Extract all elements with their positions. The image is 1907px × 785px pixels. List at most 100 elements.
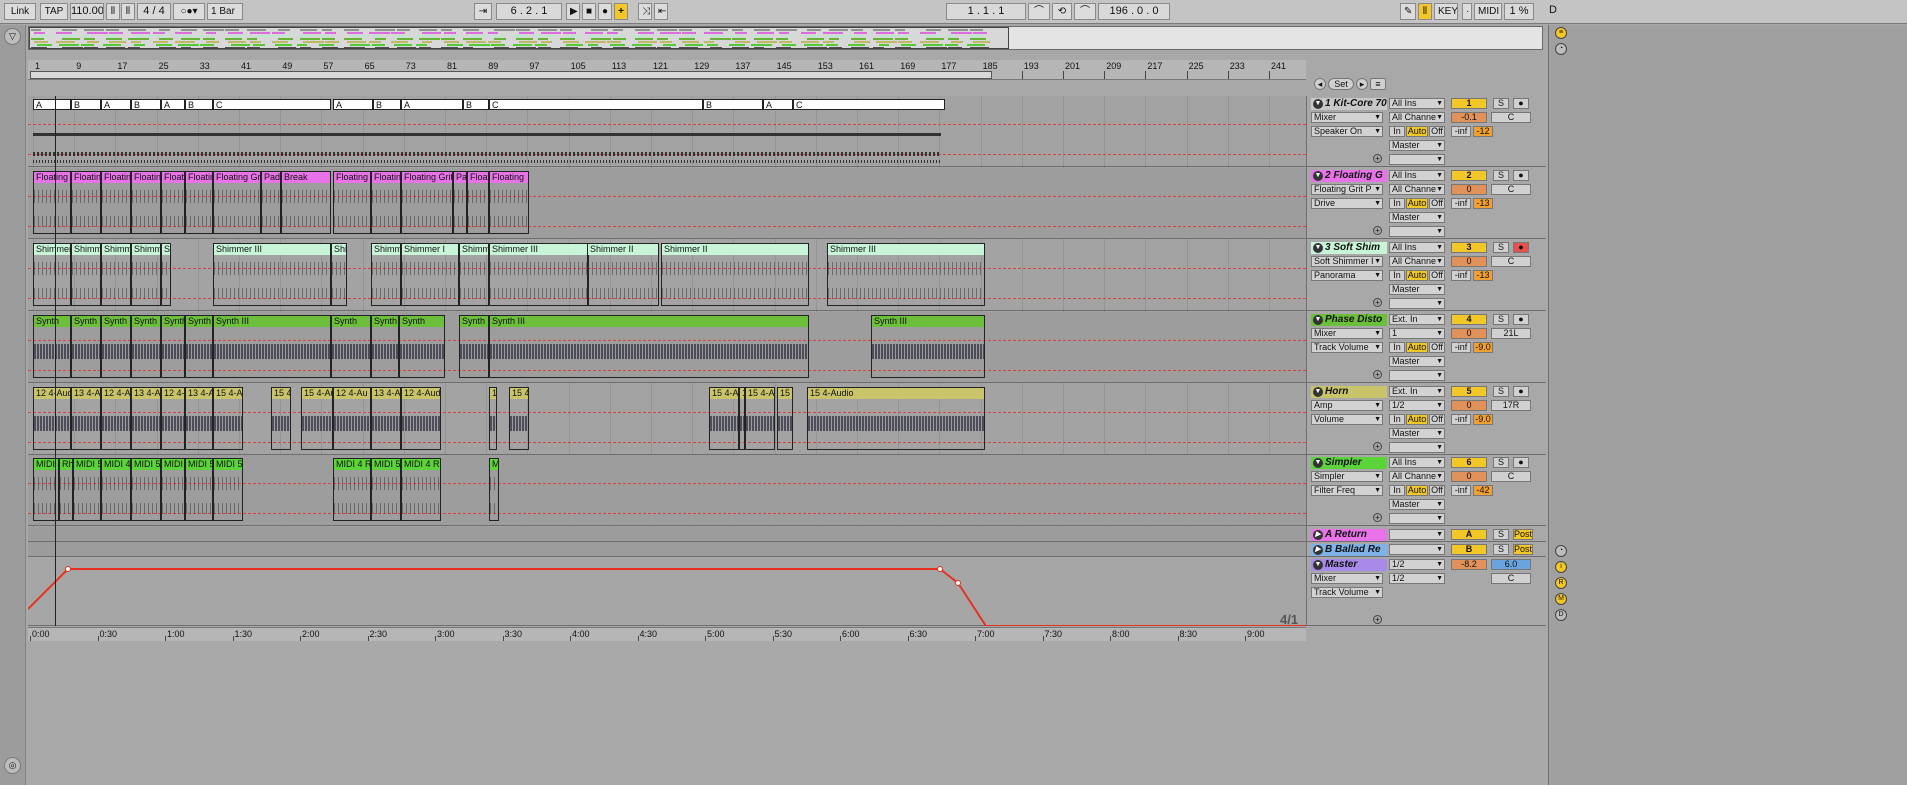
section-marker[interactable]: C <box>793 99 945 110</box>
clip[interactable]: Shimm <box>101 243 131 306</box>
track-activator[interactable]: 1 <box>1451 98 1487 109</box>
clip[interactable]: 15 4-Au <box>213 387 243 450</box>
clip[interactable]: Floatin <box>131 171 161 234</box>
next-locator-icon[interactable]: ▸ <box>1356 78 1368 90</box>
section-marker[interactable]: C <box>213 99 331 110</box>
loop-brace[interactable] <box>30 71 992 79</box>
arrangement-view[interactable]: ABABABCABABCBACFloating GFloatinFloatinF… <box>28 96 1306 626</box>
section-marker[interactable]: B <box>703 99 763 110</box>
track-activator[interactable]: 4 <box>1451 314 1487 325</box>
add-lane-icon[interactable]: + <box>1373 615 1382 624</box>
parameter-chooser[interactable]: Volume <box>1311 414 1383 425</box>
track-header[interactable]: ▼Phase Disto Mixer Track Volume Ext. In 1 InA… <box>1307 312 1546 383</box>
track-name[interactable]: ▼ 2 Floating G <box>1311 170 1387 182</box>
volume-field[interactable]: 0 <box>1451 256 1487 267</box>
master-header[interactable]: ▼Master Mixer Track Volume 1/2 1/2 -8.2 6.0 C + <box>1307 557 1546 626</box>
link-button[interactable]: Link <box>4 3 36 20</box>
clip[interactable]: Shimmer II <box>587 243 659 306</box>
solo-button[interactable]: S <box>1493 544 1509 555</box>
parameter-chooser[interactable]: Panorama <box>1311 270 1383 281</box>
input-channel-chooser[interactable]: All Channe <box>1389 184 1445 195</box>
clip[interactable]: Shimm <box>459 243 489 306</box>
clip[interactable]: MIDI 4 Rh <box>401 458 441 521</box>
output-chooser[interactable]: Master <box>1389 284 1445 295</box>
add-lane-icon[interactable]: + <box>1373 298 1382 307</box>
m-indicator-icon[interactable]: M <box>1555 593 1567 605</box>
volume-field[interactable]: -0.1 <box>1451 112 1487 123</box>
clip[interactable]: MIDI 4 <box>161 458 185 521</box>
clip[interactable]: 12 4-Au <box>101 387 131 450</box>
clip[interactable]: Rh <box>59 458 73 521</box>
output-chooser[interactable]: Master <box>1389 212 1445 223</box>
clip[interactable]: Synth I <box>459 315 489 378</box>
time-signature-field[interactable]: 4 / 4 <box>137 3 171 20</box>
clip[interactable]: Synth <box>33 315 71 378</box>
fold-icon[interactable]: ▼ <box>1313 243 1323 253</box>
parameter-chooser[interactable]: Drive <box>1311 198 1383 209</box>
envelope-breakpoint[interactable] <box>65 566 71 572</box>
overdub-icon[interactable]: + <box>614 3 628 20</box>
monitor-auto-button[interactable]: Auto <box>1406 485 1428 496</box>
clip[interactable]: Shimm <box>371 243 401 306</box>
solo-button[interactable]: S <box>1493 314 1509 325</box>
metronome-button[interactable]: ○●▾ <box>173 3 205 20</box>
parameter-chooser[interactable]: Filter Freq <box>1311 485 1383 496</box>
clip[interactable]: 15 4-Audio <box>807 387 985 450</box>
envelope-line[interactable] <box>28 568 1306 626</box>
clip[interactable]: Synth <box>185 315 213 378</box>
input-type-chooser[interactable]: Ext. In <box>1389 386 1445 397</box>
solo-button[interactable]: S <box>1493 242 1509 253</box>
envelope-breakpoint[interactable] <box>955 580 961 586</box>
track-header[interactable]: ▼2 Floating G Floating Grit P Drive All Ins… <box>1307 168 1546 239</box>
post-button[interactable]: Post <box>1513 544 1533 555</box>
monitor-off-button[interactable]: Off <box>1429 126 1445 137</box>
section-marker[interactable]: C <box>489 99 703 110</box>
monitor-off-button[interactable]: Off <box>1429 198 1445 209</box>
monitor-auto-button[interactable]: Auto <box>1406 414 1428 425</box>
section-marker[interactable]: A <box>333 99 373 110</box>
midi-map-button[interactable]: MIDI <box>1474 3 1502 20</box>
set-locator-button[interactable]: Set <box>1328 78 1354 90</box>
input-channel-chooser[interactable]: All Channe <box>1389 256 1445 267</box>
return-name[interactable]: ▶ B Ballad Re <box>1311 544 1387 556</box>
stop-icon[interactable]: ■ <box>582 3 596 20</box>
sends-toggle-icon[interactable]: ◔ <box>1555 43 1567 55</box>
output-chooser[interactable] <box>1389 544 1445 555</box>
section-marker[interactable]: B <box>131 99 161 110</box>
return-activator[interactable]: B <box>1451 544 1487 555</box>
return-header[interactable]: ▶B Ballad Re BS Post <box>1307 542 1546 557</box>
output-channel-chooser[interactable] <box>1389 513 1445 524</box>
clip[interactable]: Synth III <box>871 315 985 378</box>
section-marker[interactable]: A <box>101 99 131 110</box>
input-type-chooser[interactable]: Ext. In <box>1389 314 1445 325</box>
clip[interactable]: 13 4-Au <box>185 387 213 450</box>
clip[interactable]: Synth III <box>489 315 809 378</box>
parameter-chooser[interactable]: Track Volume <box>1311 342 1383 353</box>
track-name[interactable]: ▼ 3 Soft Shim <box>1311 242 1387 254</box>
output-chooser[interactable]: Master <box>1389 499 1445 510</box>
arm-button[interactable]: ● <box>1513 242 1529 253</box>
clip[interactable]: Shimmer III <box>827 243 985 306</box>
arrangement-position-field[interactable]: 6 . 2 . 1 <box>496 3 562 20</box>
clip[interactable]: MIDI 5 <box>371 458 401 521</box>
section-marker[interactable]: A <box>763 99 793 110</box>
output-channel-chooser[interactable] <box>1389 298 1445 309</box>
device-chooser[interactable]: Soft Shimmer I <box>1311 256 1383 267</box>
output-channel-chooser[interactable] <box>1389 370 1445 381</box>
device-chooser[interactable]: Mixer <box>1311 328 1383 339</box>
pan-field[interactable]: C <box>1491 184 1531 195</box>
clip[interactable]: 15 4 <box>509 387 529 450</box>
cue-out-chooser[interactable]: 1/2 <box>1389 559 1445 570</box>
track-name[interactable]: ▼ Simpler <box>1311 457 1387 469</box>
output-channel-chooser[interactable] <box>1389 442 1445 453</box>
clip[interactable]: 13 4-Au <box>71 387 101 450</box>
prev-locator-icon[interactable]: ◂ <box>1314 78 1326 90</box>
clip[interactable]: MIDI 4 Rh <box>333 458 371 521</box>
loop-switch-icon[interactable]: ⟲ <box>1052 3 1072 20</box>
return-name[interactable]: ▶ A Return <box>1311 529 1387 541</box>
clip[interactable]: 15 <box>777 387 793 450</box>
r-indicator-icon[interactable]: R <box>1555 577 1567 589</box>
clip[interactable]: MIDI 5 <box>185 458 213 521</box>
pan-field[interactable]: 21L <box>1491 328 1531 339</box>
post-button[interactable]: Post <box>1513 529 1533 540</box>
